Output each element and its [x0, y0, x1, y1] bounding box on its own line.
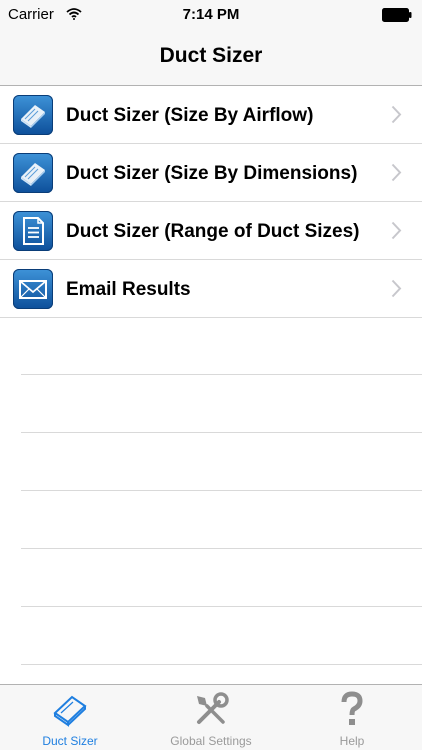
- page-title: Duct Sizer: [159, 44, 263, 67]
- clock: 7:14 PM: [182, 6, 240, 23]
- duct-book-icon: [53, 695, 87, 727]
- tab-global-settings[interactable]: Global Settings: [141, 685, 281, 750]
- divider: [21, 606, 422, 607]
- divider: [21, 490, 422, 491]
- menu-item-email-results[interactable]: Email Results: [0, 260, 422, 318]
- screen: Carrier 7:14 PM Duct Sizer Duct Sizer (S…: [0, 0, 422, 750]
- tab-label: Duct Sizer: [42, 734, 98, 748]
- envelope-icon: [13, 269, 53, 309]
- status-bar: Carrier 7:14 PM: [0, 0, 422, 30]
- tab-label: Global Settings: [170, 734, 252, 748]
- divider: [21, 374, 422, 375]
- duct-book-icon: [13, 153, 53, 193]
- navigation-bar: Duct Sizer: [0, 30, 422, 86]
- menu-item-label: Duct Sizer (Size By Airflow): [66, 105, 314, 126]
- divider: [21, 548, 422, 549]
- wrench-screwdriver-icon: [197, 692, 229, 724]
- menu-item-size-by-dimensions[interactable]: Duct Sizer (Size By Dimensions): [0, 144, 422, 202]
- divider: [21, 432, 422, 433]
- menu-item-label: Duct Sizer (Range of Duct Sizes): [66, 221, 360, 242]
- divider: [21, 664, 422, 665]
- menu-item-label: Email Results: [66, 279, 191, 300]
- menu-item-size-by-airflow[interactable]: Duct Sizer (Size By Airflow): [0, 86, 422, 144]
- chevron-right-icon: [391, 163, 402, 182]
- tab-bar: Duct Sizer Global Settings Help: [0, 684, 422, 750]
- menu-list: Duct Sizer (Size By Airflow) Duct Sizer …: [0, 86, 422, 318]
- tab-help[interactable]: Help: [282, 685, 422, 750]
- document-icon: [13, 211, 53, 251]
- menu-item-range-of-duct-sizes[interactable]: Duct Sizer (Range of Duct Sizes): [0, 202, 422, 260]
- duct-book-icon: [13, 95, 53, 135]
- chevron-right-icon: [391, 221, 402, 240]
- menu-item-label: Duct Sizer (Size By Dimensions): [66, 163, 358, 184]
- battery-icon: [382, 8, 412, 22]
- tab-label: Help: [339, 734, 365, 748]
- tab-duct-sizer[interactable]: Duct Sizer: [0, 685, 140, 750]
- chevron-right-icon: [391, 279, 402, 298]
- question-mark-icon: [341, 691, 363, 725]
- chevron-right-icon: [391, 105, 402, 124]
